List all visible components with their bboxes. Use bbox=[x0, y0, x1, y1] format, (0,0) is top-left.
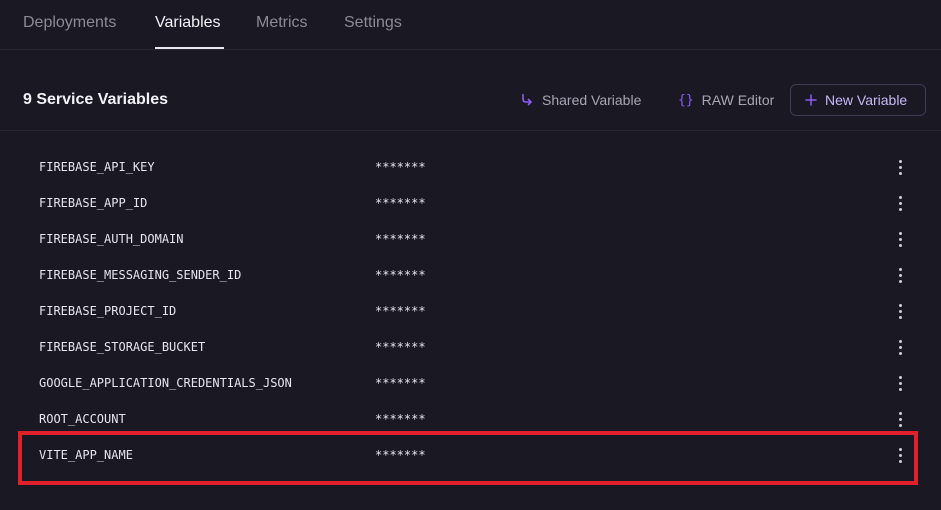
braces-icon: {} bbox=[678, 92, 694, 108]
variable-value: ******* bbox=[375, 196, 426, 210]
variable-value: ******* bbox=[375, 412, 426, 426]
variable-name: FIREBASE_AUTH_DOMAIN bbox=[39, 232, 184, 246]
tab-variables[interactable]: Variables bbox=[155, 14, 221, 32]
new-variable-label: New Variable bbox=[825, 92, 908, 108]
kebab-menu-icon[interactable] bbox=[893, 446, 907, 464]
tab-deployments[interactable]: Deployments bbox=[23, 14, 116, 32]
variable-value: ******* bbox=[375, 304, 426, 318]
kebab-menu-icon[interactable] bbox=[893, 338, 907, 356]
new-variable-button[interactable]: New Variable bbox=[790, 84, 926, 116]
table-row[interactable]: FIREBASE_STORAGE_BUCKET ******* bbox=[0, 329, 941, 365]
kebab-menu-icon[interactable] bbox=[893, 410, 907, 428]
tab-bar: Deployments Variables Metrics Settings bbox=[0, 0, 941, 50]
variables-header: 9 Service Variables Shared Variable {} R… bbox=[0, 70, 941, 131]
table-row[interactable]: GOOGLE_APPLICATION_CREDENTIALS_JSON ****… bbox=[0, 365, 941, 401]
shared-variable-button[interactable]: Shared Variable bbox=[520, 84, 641, 116]
table-row[interactable]: FIREBASE_PROJECT_ID ******* bbox=[0, 293, 941, 329]
kebab-menu-icon[interactable] bbox=[893, 194, 907, 212]
variable-value: ******* bbox=[375, 448, 426, 462]
kebab-menu-icon[interactable] bbox=[893, 302, 907, 320]
page-title: 9 Service Variables bbox=[23, 91, 168, 108]
shared-variable-arrow-icon bbox=[520, 93, 534, 107]
variable-name: FIREBASE_STORAGE_BUCKET bbox=[39, 340, 206, 354]
variable-value: ******* bbox=[375, 340, 426, 354]
kebab-menu-icon[interactable] bbox=[893, 266, 907, 284]
tab-metrics[interactable]: Metrics bbox=[256, 14, 308, 32]
kebab-menu-icon[interactable] bbox=[893, 374, 907, 392]
variable-name: FIREBASE_MESSAGING_SENDER_ID bbox=[39, 268, 242, 282]
kebab-menu-icon[interactable] bbox=[893, 230, 907, 248]
tab-settings[interactable]: Settings bbox=[344, 14, 402, 32]
table-row[interactable]: FIREBASE_API_KEY ******* bbox=[0, 149, 941, 185]
variable-value: ******* bbox=[375, 160, 426, 174]
variables-page: Deployments Variables Metrics Settings 9… bbox=[0, 0, 941, 510]
table-row[interactable]: VITE_APP_NAME ******* bbox=[0, 437, 941, 473]
variable-name: FIREBASE_PROJECT_ID bbox=[39, 304, 177, 318]
variables-list: FIREBASE_API_KEY ******* FIREBASE_APP_ID… bbox=[0, 149, 941, 473]
table-row[interactable]: FIREBASE_MESSAGING_SENDER_ID ******* bbox=[0, 257, 941, 293]
raw-editor-button[interactable]: {} RAW Editor bbox=[678, 84, 774, 116]
shared-variable-label: Shared Variable bbox=[542, 92, 642, 108]
variable-value: ******* bbox=[375, 232, 426, 246]
table-row[interactable]: FIREBASE_APP_ID ******* bbox=[0, 185, 941, 221]
table-row[interactable]: FIREBASE_AUTH_DOMAIN ******* bbox=[0, 221, 941, 257]
variable-name: ROOT_ACCOUNT bbox=[39, 412, 126, 426]
plus-icon bbox=[805, 94, 817, 106]
variable-name: FIREBASE_APP_ID bbox=[39, 196, 148, 210]
variable-value: ******* bbox=[375, 268, 426, 282]
raw-editor-label: RAW Editor bbox=[701, 92, 775, 108]
active-tab-indicator bbox=[155, 47, 224, 49]
kebab-menu-icon[interactable] bbox=[893, 158, 907, 176]
variable-name: GOOGLE_APPLICATION_CREDENTIALS_JSON bbox=[39, 376, 292, 390]
variable-name: VITE_APP_NAME bbox=[39, 448, 133, 462]
variable-name: FIREBASE_API_KEY bbox=[39, 160, 155, 174]
variable-value: ******* bbox=[375, 376, 426, 390]
table-row[interactable]: ROOT_ACCOUNT ******* bbox=[0, 401, 941, 437]
